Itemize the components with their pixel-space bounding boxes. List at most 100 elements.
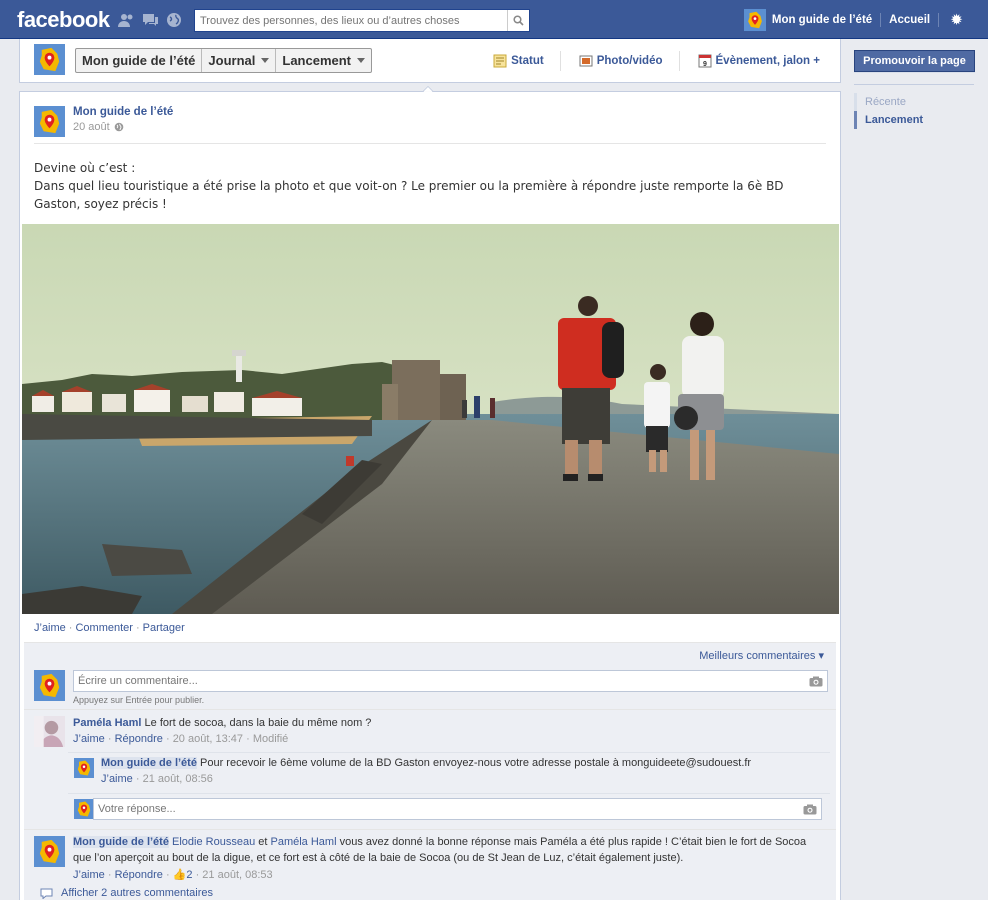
camera-icon[interactable] [803, 804, 817, 815]
page-avatar-icon[interactable] [34, 106, 65, 137]
breadcrumb-page[interactable]: Mon guide de l’été [76, 49, 203, 72]
chevron-down-icon [357, 58, 366, 63]
timeline-nav-launch[interactable]: Lancement [854, 111, 974, 129]
reply-input-placeholder: Votre réponse... [98, 803, 176, 815]
search-button[interactable] [507, 10, 529, 31]
share-link[interactable]: Partager [143, 622, 185, 634]
comment-link[interactable]: Commenter [75, 622, 132, 634]
divider [938, 13, 940, 27]
comment-author[interactable]: Paméla Haml [73, 717, 141, 729]
reply-input-row: Votre réponse... [68, 793, 830, 823]
comment-sort-dropdown[interactable]: Meilleurs commentaires ▾ [699, 649, 824, 662]
page-avatar-icon[interactable] [743, 9, 766, 31]
timeline-post: Mon guide de l’été 20 août Devine où c’e… [19, 91, 841, 900]
composer-label: Photo/vidéo [596, 55, 663, 67]
comment-reply-link[interactable]: Répondre [115, 733, 163, 745]
breadcrumb: Mon guide de l’été Journal Lancement [75, 48, 373, 73]
composer-event[interactable]: 9 Évènement, jalon + [678, 51, 831, 71]
avatar[interactable] [34, 716, 65, 747]
comment-sort-label: Meilleurs commentaires [699, 650, 816, 662]
comment-author[interactable]: Mon guide de l’été [73, 836, 169, 848]
like-link[interactable]: J’aime [34, 622, 66, 634]
comment-body: Mon guide de l’été Elodie Rousseau et Pa… [73, 834, 823, 881]
comment: Paméla Haml Le fort de socoa, dans la ba… [24, 709, 836, 839]
comment-reply-link[interactable]: Répondre [115, 869, 163, 881]
comment-meta: J’aime · Répondre · 20 août, 13:47 · Mod… [73, 733, 289, 745]
post-text-line: Dans quel lieu touristique a été prise l… [34, 179, 784, 211]
friend-requests-icon[interactable] [117, 12, 135, 28]
mention-link[interactable]: Paméla Haml [271, 836, 337, 848]
svg-text:9: 9 [703, 61, 707, 68]
reply-like-link[interactable]: J’aime [101, 773, 133, 785]
chevron-down-icon [261, 58, 270, 63]
calendar-icon: 9 [698, 54, 711, 68]
show-more-comments[interactable]: Afficher 2 autres commentaires [40, 887, 213, 899]
comment-body: Paméla Haml Le fort de socoa, dans la ba… [73, 715, 823, 745]
enter-hint: Appuyez sur Entrée pour publier. [73, 695, 205, 705]
comment-input[interactable]: Écrire un commentaire... [73, 670, 828, 692]
like-count-value: 2 [186, 869, 193, 881]
home-link[interactable]: Accueil [889, 14, 930, 26]
post-text: Devine où c’est : Dans quel lieu tourist… [34, 159, 824, 213]
composer-label: Évènement, jalon + [715, 55, 821, 67]
separator-dot: · [68, 622, 73, 634]
facebook-logo[interactable]: facebook [17, 7, 110, 33]
comment-like-link[interactable]: J’aime [73, 869, 105, 881]
page-header: Mon guide de l’été Journal Lancement Sta… [19, 39, 841, 83]
camera-icon[interactable] [809, 676, 823, 687]
post-text-line: Devine où c’est : [34, 161, 136, 175]
top-bar-page-name[interactable]: Mon guide de l’été [772, 14, 872, 26]
reply-input[interactable]: Votre réponse... [93, 798, 822, 820]
comment-like-link[interactable]: J’aime [73, 733, 105, 745]
top-bar: facebook Mon guide de l’été Accueil ✹ [0, 0, 988, 39]
breadcrumb-label: Lancement [282, 53, 352, 68]
search-input[interactable] [195, 10, 507, 31]
reply-author[interactable]: Mon guide de l’été [101, 757, 197, 769]
breadcrumb-label: Mon guide de l’été [82, 53, 196, 68]
divider [880, 13, 882, 27]
reply: Mon guide de l’été Pour recevoir le 6ème… [68, 752, 830, 820]
comment-date[interactable]: 20 août, 13:47 [173, 733, 243, 745]
like-count[interactable]: 👍2 [173, 869, 193, 881]
public-globe-icon [114, 122, 124, 132]
notification-jewels [117, 12, 183, 28]
composer-photo-video[interactable]: Photo/vidéo [559, 51, 673, 71]
breadcrumb-journal[interactable]: Journal [202, 49, 277, 72]
page-avatar-icon[interactable] [34, 44, 65, 75]
comments-section: Meilleurs commentaires ▾ Écrire un comme… [24, 642, 836, 900]
reply-date[interactable]: 21 août, 08:56 [143, 773, 213, 785]
show-more-label: Afficher 2 autres commentaires [61, 887, 214, 899]
promote-page-button[interactable]: Promouvoir la page [854, 50, 975, 72]
post-author[interactable]: Mon guide de l’été [73, 106, 173, 118]
chevron-down-icon: ▾ [818, 650, 824, 662]
thumbs-up-icon: 👍 [172, 869, 187, 881]
search-bar [194, 9, 530, 32]
divider [34, 143, 826, 144]
composer-options: Statut Photo/vidéo 9 Évènement, jalon + [483, 51, 830, 71]
post-header: Mon guide de l’été 20 août [34, 106, 173, 137]
page-avatar-icon[interactable] [34, 836, 65, 867]
messages-icon[interactable] [141, 12, 159, 28]
timeline-nav-recent[interactable]: Récente [854, 93, 974, 111]
page-avatar-icon[interactable] [74, 758, 94, 778]
comment-date[interactable]: 21 août, 08:53 [202, 869, 272, 881]
post-photo[interactable] [22, 224, 839, 614]
composer-status[interactable]: Statut [483, 51, 554, 71]
search-icon [513, 15, 524, 26]
comment-edited[interactable]: Modifié [253, 733, 288, 745]
page-avatar-icon [34, 670, 65, 701]
timeline-nav: Récente Lancement [854, 84, 974, 129]
composer-label: Statut [511, 55, 544, 67]
settings-gear-icon[interactable]: ✹ [951, 12, 962, 28]
comment-input-placeholder: Écrire un commentaire... [78, 675, 198, 687]
post-date[interactable]: 20 août [73, 121, 110, 133]
notifications-globe-icon[interactable] [165, 12, 183, 28]
mention-link[interactable]: Elodie Rousseau [172, 836, 255, 848]
post-meta: 20 août [73, 121, 173, 133]
reply-text: Pour recevoir le 6ème volume de la BD Ga… [200, 757, 752, 769]
breadcrumb-label: Journal [208, 53, 256, 68]
pointer-notch [423, 86, 433, 92]
comment-bubble-icon [40, 888, 53, 899]
comment: Mon guide de l’été Elodie Rousseau et Pa… [24, 829, 836, 885]
breadcrumb-launch[interactable]: Lancement [276, 49, 371, 72]
